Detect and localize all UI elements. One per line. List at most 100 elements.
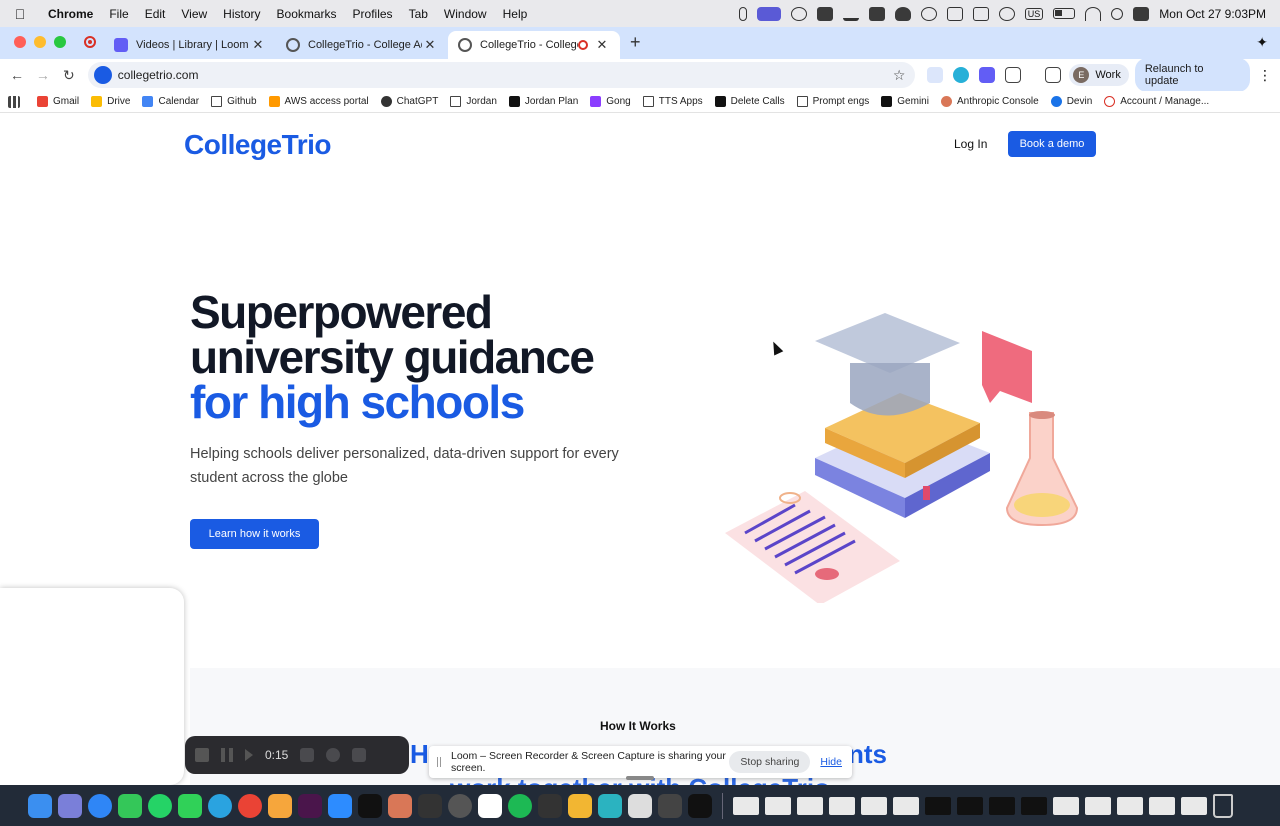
spotify-icon[interactable] [508, 793, 532, 818]
stop-sharing-button[interactable]: Stop sharing [729, 751, 811, 773]
screen-share-icon[interactable] [756, 6, 781, 21]
stop-recording-button[interactable] [195, 748, 209, 762]
search-icon[interactable] [1111, 7, 1124, 20]
bookmark-calendar[interactable]: Calendar [142, 96, 199, 107]
play-status-icon[interactable] [998, 6, 1015, 21]
notion-status-icon[interactable] [946, 6, 963, 21]
site-logo[interactable]: CollegeTrio [184, 129, 331, 161]
battery-icon[interactable] [1053, 8, 1076, 19]
gemini-sparkle-icon[interactable]: ✦ [1244, 34, 1280, 59]
new-tab-button[interactable]: + [620, 32, 651, 59]
bookmark-jordan-plan[interactable]: Jordan Plan [508, 96, 578, 107]
bookmark-chatgpt[interactable]: ChatGPT [380, 96, 438, 107]
extension-2-icon[interactable] [953, 67, 970, 83]
minimized-window[interactable] [893, 796, 919, 815]
minimized-window[interactable] [829, 796, 855, 815]
bookmark-prompt-engs[interactable]: Prompt engs [796, 96, 869, 107]
minimized-window[interactable] [925, 796, 951, 815]
back-button[interactable]: ← [4, 67, 30, 83]
notion-dock-icon[interactable] [478, 793, 502, 818]
loom-camera-bubble[interactable] [0, 588, 184, 785]
microphone-icon[interactable] [738, 6, 747, 21]
bookmark-drive[interactable]: Drive [91, 96, 130, 107]
restart-icon[interactable] [326, 748, 341, 762]
minimized-window[interactable] [1181, 796, 1207, 815]
extension-1-icon[interactable] [927, 67, 944, 83]
url-text[interactable]: collegetrio.com [118, 68, 893, 82]
close-window-button[interactable] [14, 36, 26, 48]
menu-help[interactable]: Help [495, 7, 536, 21]
finder-icon[interactable] [28, 793, 52, 818]
telegram-icon[interactable] [208, 793, 232, 818]
facetime-icon[interactable] [178, 793, 202, 818]
learn-how-button[interactable]: Learn how it works [190, 519, 319, 549]
bookmark-gong[interactable]: Gong [590, 96, 631, 107]
site-info-icon[interactable] [93, 66, 112, 84]
minimized-window[interactable] [765, 796, 791, 815]
settings-icon[interactable] [448, 793, 472, 818]
activity-monitor-icon[interactable] [538, 793, 562, 818]
close-tab-icon[interactable]: ✕ [594, 37, 610, 53]
minimized-window[interactable] [1053, 796, 1079, 815]
bookmark-tts-apps[interactable]: TTS Apps [642, 96, 703, 107]
login-link[interactable]: Log In [954, 137, 987, 151]
bookmark-star-icon[interactable]: ☆ [893, 67, 910, 84]
forward-button[interactable]: → [30, 67, 56, 83]
minimized-window[interactable] [989, 796, 1015, 815]
menu-profiles[interactable]: Profiles [345, 7, 401, 21]
bookmark-aws[interactable]: AWS access portal [268, 96, 369, 107]
zoom-icon[interactable] [328, 793, 352, 818]
menu-bookmarks[interactable]: Bookmarks [269, 7, 345, 21]
menu-history[interactable]: History [215, 7, 268, 21]
shield-icon[interactable] [894, 6, 911, 21]
menu-kebab-icon[interactable]: ⋮ [1250, 67, 1280, 84]
messages-icon[interactable] [118, 793, 142, 818]
menu-app-name[interactable]: Chrome [40, 7, 101, 21]
bookmark-gemini[interactable]: Gemini [881, 96, 929, 107]
menubar-clock[interactable]: Mon Oct 27 9:03PM [1159, 7, 1266, 21]
preview-icon[interactable] [658, 793, 682, 818]
tab-search-icon[interactable] [1045, 67, 1062, 83]
safari-icon[interactable] [88, 793, 112, 818]
close-tab-icon[interactable]: ✕ [250, 37, 266, 53]
terminal-icon[interactable] [688, 793, 712, 818]
loom-status-icon[interactable] [920, 6, 937, 21]
apps-grid-icon[interactable] [8, 95, 25, 108]
trash-icon[interactable] [1213, 793, 1233, 818]
close-tab-icon[interactable]: ✕ [422, 37, 438, 53]
launchpad-icon[interactable] [58, 793, 82, 818]
minimized-window[interactable] [861, 796, 887, 815]
trash-icon[interactable] [352, 748, 367, 762]
minimize-window-button[interactable] [34, 36, 46, 48]
relaunch-button[interactable]: Relaunch to update [1134, 58, 1250, 92]
bookmark-jordan[interactable]: Jordan [450, 96, 497, 107]
fullscreen-window-button[interactable] [54, 36, 66, 48]
drag-handle-icon[interactable] [437, 757, 441, 767]
minimized-window[interactable] [957, 796, 983, 815]
profile-button[interactable]: E Work [1069, 64, 1129, 86]
reload-button[interactable]: ↻ [56, 67, 82, 84]
utility-icon[interactable] [628, 793, 652, 818]
tab-collegetrio-active[interactable]: CollegeTrio - College Adm ✕ [448, 31, 620, 59]
minimized-window[interactable] [1021, 796, 1047, 815]
minimized-window[interactable] [733, 796, 759, 815]
minimized-window[interactable] [1149, 796, 1175, 815]
menu-tab[interactable]: Tab [401, 7, 436, 21]
gear-status-icon[interactable] [790, 6, 807, 21]
box-status-icon[interactable] [816, 6, 833, 21]
input-source-badge[interactable]: US [1024, 7, 1044, 20]
slack-icon[interactable] [298, 793, 322, 818]
minimized-window[interactable] [797, 796, 823, 815]
app-status-icon[interactable] [868, 6, 885, 21]
cursor-app-icon[interactable] [418, 793, 442, 818]
bookmark-gmail[interactable]: Gmail [37, 96, 79, 107]
bookmark-delete-calls[interactable]: Delete Calls [714, 96, 785, 107]
loom-extension-icon[interactable] [979, 67, 996, 83]
chart-status-icon[interactable] [842, 7, 859, 21]
chatgpt-dock-icon[interactable] [358, 793, 382, 818]
menu-window[interactable]: Window [436, 7, 495, 21]
wifi-icon[interactable] [1085, 6, 1102, 21]
menu-view[interactable]: View [173, 7, 215, 21]
tab-collegetrio-1[interactable]: CollegeTrio - College Admissi ✕ [276, 31, 448, 59]
whatsapp-icon[interactable] [148, 793, 172, 818]
